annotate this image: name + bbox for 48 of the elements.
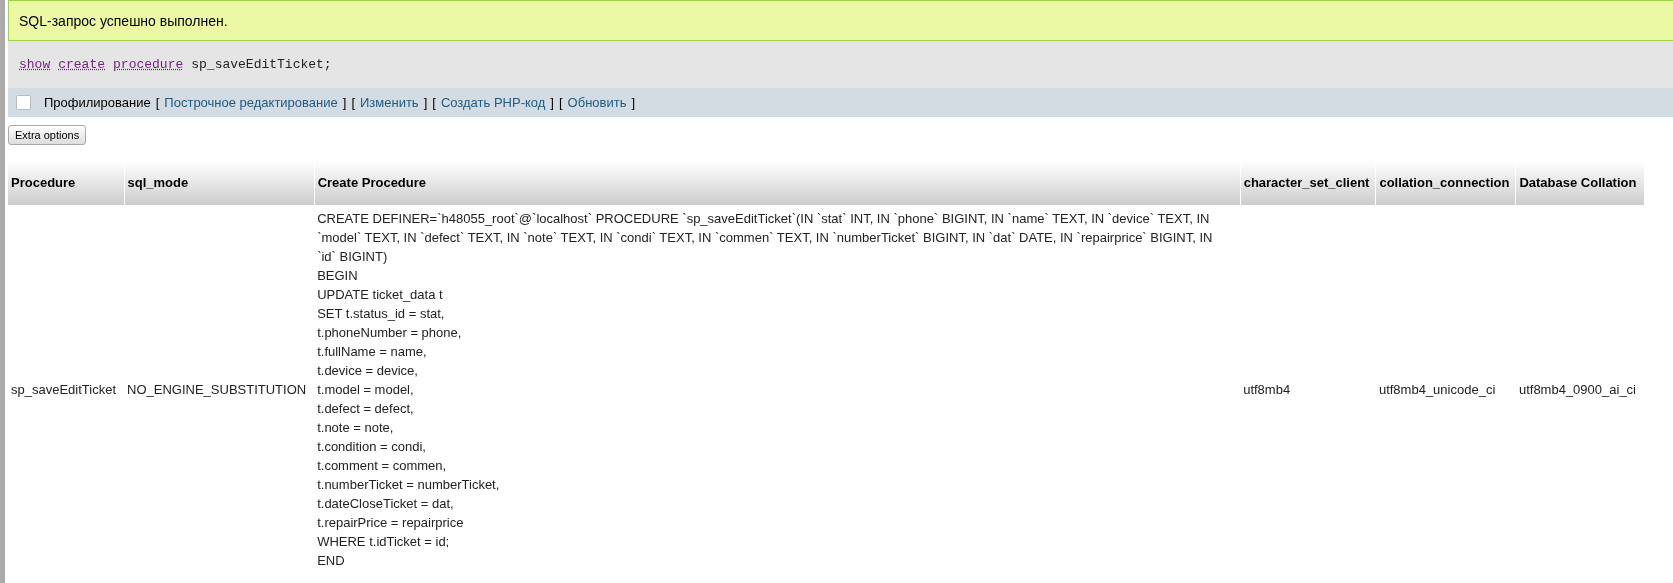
sql-text: sp_saveEditTicket; bbox=[191, 57, 332, 72]
code-line: t.dateCloseTicket = dat, bbox=[317, 495, 455, 513]
success-message: SQL-запрос успешно выполнен. bbox=[8, 0, 1673, 41]
sql-keyword-link[interactable]: show bbox=[19, 57, 51, 72]
sql-keyword-link[interactable]: create bbox=[58, 57, 106, 72]
code-line: t.condition = condi, bbox=[317, 438, 427, 456]
profiling-checkbox[interactable] bbox=[16, 95, 31, 110]
column-header: character_set_client bbox=[1240, 161, 1376, 205]
code-line: END bbox=[317, 552, 346, 570]
code-line: UPDATE ticket_data t bbox=[317, 286, 444, 304]
code-line: t.comment = commen, bbox=[317, 457, 448, 475]
bracket-close: ] bbox=[550, 95, 554, 110]
action-link[interactable]: Создать PHP-код bbox=[440, 95, 546, 110]
table-cell: utf8mb4 bbox=[1240, 205, 1376, 570]
code-line: CREATE DEFINER=`h48055_root`@`localhost` PROCEDURE `sp_saveEditTicket`(IN `stat` INT, IN `phone` BIGINT, IN `name` TEXT, IN `device` TEXT, IN `model` TEXT, IN `defect` TEXT, IN `note` TEXT, IN `condi` TEXT, IN `commen` TEXT, IN `numberTicket` BIGINT, IN `dat` DATE, IN `repairprice` BIGINT, IN `id` BIGINT) bbox=[317, 210, 1214, 266]
bracket-open: [ bbox=[558, 95, 563, 110]
column-header: Procedure bbox=[8, 161, 124, 205]
bracket-close: ] bbox=[631, 95, 636, 110]
column-header: Create Procedure bbox=[314, 161, 1241, 205]
code-line: t.defect = defect, bbox=[317, 400, 415, 418]
code-line: t.phoneNumber = phone, bbox=[317, 324, 463, 342]
bracket-close: ] bbox=[342, 95, 347, 110]
code-line: SET t.status_id = stat, bbox=[317, 305, 446, 323]
table-cell: NO_ENGINE_SUBSTITUTION bbox=[124, 205, 315, 570]
code-line: BEGIN bbox=[317, 267, 359, 285]
column-header: Database Collation bbox=[1515, 161, 1644, 205]
sql-keyword-link[interactable]: procedure bbox=[113, 57, 184, 72]
action-link[interactable]: Изменить bbox=[360, 95, 419, 110]
code-line: t.fullName = name, bbox=[317, 343, 428, 361]
bracket-open: [ bbox=[351, 95, 355, 110]
code-line: t.numberTicket = numberTicket, bbox=[317, 476, 501, 494]
column-header: sql_mode bbox=[124, 161, 315, 205]
bracket-open: [ bbox=[155, 95, 160, 110]
code-line: t.repairPrice = repairprice bbox=[317, 514, 465, 532]
code-line: t.note = note, bbox=[317, 419, 395, 437]
profiling-label: Профилирование bbox=[44, 95, 151, 110]
code-line: t.model = model, bbox=[317, 381, 415, 399]
column-header: collation_connection bbox=[1375, 161, 1516, 205]
table-cell: sp_saveEditTicket bbox=[8, 205, 124, 570]
action-link[interactable]: Построчное редактирование bbox=[164, 95, 338, 110]
code-line: WHERE t.idTicket = id; bbox=[317, 533, 451, 551]
table-cell: utf8mb4_unicode_ci bbox=[1375, 205, 1516, 570]
table-cell: utf8mb4_0900_ai_ci bbox=[1515, 205, 1644, 570]
bracket-open: [ bbox=[432, 95, 436, 110]
action-link[interactable]: Обновить bbox=[567, 95, 627, 110]
bracket-close: ] bbox=[423, 95, 428, 110]
code-line: t.device = device, bbox=[317, 362, 419, 380]
extra-options-button[interactable]: Extra options bbox=[8, 125, 87, 145]
